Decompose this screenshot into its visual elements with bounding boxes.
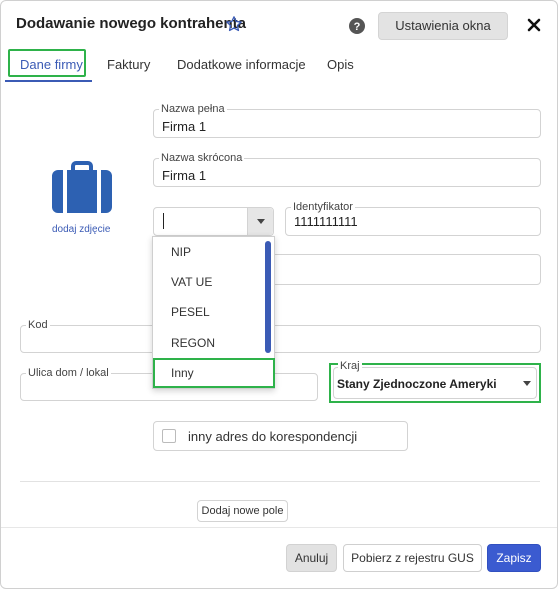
option-pesel[interactable]: PESEL bbox=[171, 305, 210, 319]
id-type-select[interactable] bbox=[153, 207, 274, 236]
country-value: Stany Zjednoczone Ameryki bbox=[337, 377, 497, 391]
short-name-value: Firma 1 bbox=[162, 168, 207, 183]
gus-import-button[interactable]: Pobierz z rejestru GUS bbox=[343, 544, 482, 572]
tab-bar: Dane firmy Faktury Dodatkowe informacje … bbox=[1, 47, 557, 83]
footer-divider bbox=[1, 527, 557, 528]
cancel-button[interactable]: Anuluj bbox=[286, 544, 337, 572]
full-name-field[interactable]: Nazwa pełna Firma 1 bbox=[153, 103, 541, 138]
full-name-label: Nazwa pełna bbox=[159, 103, 227, 115]
alt-address-label: inny adres do korespondencji bbox=[188, 429, 358, 444]
briefcase-icon[interactable] bbox=[52, 159, 112, 213]
option-vat-ue[interactable]: VAT UE bbox=[171, 275, 212, 289]
id-type-dropdown-list: NIP VAT UE PESEL REGON Inny bbox=[152, 236, 275, 389]
code-label: Kod bbox=[26, 319, 50, 331]
active-tab-underline bbox=[5, 80, 92, 82]
tab-description[interactable]: Opis bbox=[327, 57, 354, 72]
code-field[interactable]: Kod bbox=[20, 319, 541, 353]
country-label: Kraj bbox=[338, 360, 362, 372]
option-nip[interactable]: NIP bbox=[171, 245, 191, 259]
star-icon[interactable] bbox=[225, 15, 243, 33]
dropdown-scrollbar[interactable] bbox=[265, 241, 271, 353]
tab-invoices[interactable]: Faktury bbox=[107, 57, 150, 72]
id-type-dropdown-button[interactable] bbox=[247, 208, 273, 235]
identifier-field[interactable]: Identyfikator 1111111111 bbox=[285, 201, 541, 236]
dialog-header: Dodawanie nowego kontrahenta ? Ustawieni… bbox=[1, 1, 557, 47]
section-divider bbox=[20, 481, 540, 482]
add-contractor-dialog: Dodawanie nowego kontrahenta ? Ustawieni… bbox=[0, 0, 558, 589]
tab-company-data[interactable]: Dane firmy bbox=[20, 57, 83, 72]
dialog-title: Dodawanie nowego kontrahenta bbox=[16, 15, 247, 32]
help-icon[interactable]: ? bbox=[349, 18, 365, 34]
svg-text:?: ? bbox=[354, 21, 361, 33]
short-name-field[interactable]: Nazwa skrócona Firma 1 bbox=[153, 152, 541, 187]
text-cursor bbox=[163, 213, 164, 229]
save-button[interactable]: Zapisz bbox=[487, 544, 541, 572]
close-icon[interactable] bbox=[526, 17, 542, 33]
alt-address-option[interactable]: inny adres do korespondencji bbox=[153, 421, 408, 451]
chevron-down-icon bbox=[523, 381, 531, 386]
country-select[interactable]: Kraj Stany Zjednoczone Ameryki bbox=[333, 360, 537, 399]
country-highlight: Kraj Stany Zjednoczone Ameryki bbox=[329, 360, 541, 403]
street-label: Ulica dom / lokal bbox=[26, 367, 111, 379]
short-name-label: Nazwa skrócona bbox=[159, 152, 245, 164]
add-field-button[interactable]: Dodaj nowe pole bbox=[197, 500, 288, 522]
option-regon[interactable]: REGON bbox=[171, 336, 215, 350]
tab-additional-info[interactable]: Dodatkowe informacje bbox=[177, 57, 306, 72]
hidden-field[interactable] bbox=[261, 254, 541, 285]
identifier-label: Identyfikator bbox=[291, 201, 355, 213]
identifier-value: 1111111111 bbox=[294, 214, 358, 229]
add-photo-link[interactable]: dodaj zdjęcie bbox=[52, 224, 110, 235]
full-name-value: Firma 1 bbox=[162, 119, 207, 134]
alt-address-checkbox[interactable] bbox=[162, 429, 176, 443]
window-settings-button[interactable]: Ustawienia okna bbox=[378, 12, 508, 40]
chevron-down-icon bbox=[257, 219, 265, 224]
option-other[interactable]: Inny bbox=[171, 366, 194, 380]
